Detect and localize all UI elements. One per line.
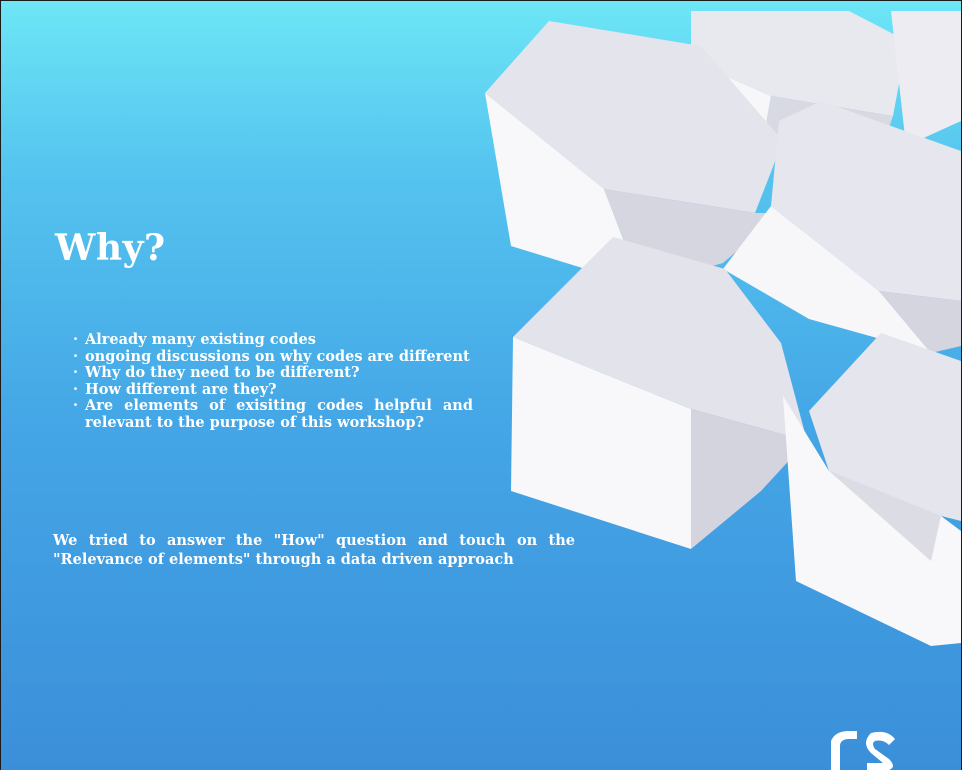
slide-title: Why? [55, 227, 166, 269]
bullet-item: Are elements of exisiting codes helpful … [73, 397, 473, 431]
bullet-item: How different are they? [73, 381, 473, 399]
slide: Why? Already many existing codes ongoing… [0, 0, 962, 770]
cube-bottom-right [783, 333, 961, 646]
bullet-item: Why do they need to be different? [73, 364, 473, 382]
bullet-list: Already many existing codes ongoing disc… [73, 331, 473, 431]
cube-corner [891, 11, 961, 146]
bullet-item: ongoing discussions on why codes are dif… [73, 348, 473, 366]
conclusion-text: We tried to answer the "How" question an… [53, 532, 575, 568]
brand-logo-mark [831, 731, 895, 770]
bullet-item: Already many existing codes [73, 331, 473, 349]
